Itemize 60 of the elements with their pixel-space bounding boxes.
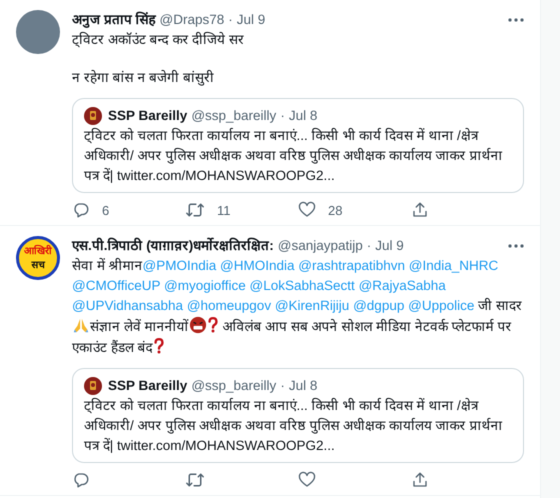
reply-icon[interactable] — [72, 471, 90, 489]
quoted-author-name: SSP Bareilly — [108, 377, 188, 395]
tweet-text: ट्विटर अकॉउंट बन्द कर दीजिये सर — [72, 30, 245, 50]
emblem-avatar-icon[interactable] — [84, 377, 102, 395]
quoted-tweet-text: ट्विटर को चलता फिरता कार्यालय ना बनाएं... किसी भी कार्य दिवस में थाना /क्षेत्र अधिकारी/ अपर पुलिस अधीक्षक अथवा वरिष्ठ पुलिस अधीक्षक कार्यालय जाकर प्रार्थना पत्र दें| twitter.com/MOHANSWAROOPG2... — [84, 126, 504, 185]
separator-dot: · — [366, 237, 372, 255]
quoted-author-handle: @ssp_bareilly — [191, 107, 276, 125]
logo-text: आखिरी — [24, 246, 52, 256]
author-name[interactable]: अनुज प्रताप सिंह — [72, 10, 156, 30]
mention-link[interactable]: @CMOfficeUP — [72, 278, 160, 293]
separator-dot: · — [228, 11, 233, 29]
action-count: 6 — [102, 202, 110, 218]
action-count: 28 — [328, 202, 342, 218]
mention-link[interactable]: @RajyaSabha — [358, 278, 446, 293]
author-handle[interactable]: @sanjaypatijp — [278, 236, 363, 256]
mention-link[interactable]: @PMOIndia — [142, 258, 216, 273]
reply-icon[interactable] — [72, 201, 90, 219]
retweet-icon[interactable] — [185, 201, 205, 219]
mention-link[interactable]: @myogioffice — [164, 278, 246, 293]
quoted-tweet-card[interactable] — [72, 368, 524, 463]
tweet-date[interactable]: Jul 9 — [375, 236, 404, 256]
mention-link[interactable]: @rashtrapatibhvn — [298, 258, 406, 273]
question-mark-icon — [152, 337, 165, 355]
author-handle[interactable]: @Draps78 — [160, 10, 224, 30]
quoted-author-name: SSP Bareilly — [108, 107, 188, 125]
tweet-link[interactable]: twitter.com/MOHANSWAROOPG2... — [117, 438, 335, 453]
separator-dot: · — [280, 377, 285, 395]
avatar-logo[interactable]: आखिरी सच — [16, 236, 60, 280]
question-mark-icon — [206, 316, 219, 334]
logo-text: सच — [32, 260, 44, 270]
mention-link[interactable]: @Uppolice — [408, 298, 474, 313]
quoted-tweet-date: Jul 8 — [288, 107, 318, 125]
mention-link[interactable]: @homeupgov — [186, 298, 272, 313]
tweet-link[interactable]: twitter.com/MOHANSWAROOPG2... — [117, 168, 335, 183]
quoted-tweet-date: Jul 8 — [288, 377, 318, 395]
mention-link[interactable]: @LokSabhaSectt — [250, 278, 355, 293]
action-count: 11 — [217, 202, 230, 218]
angry-face-icon — [188, 316, 207, 334]
tweet-text: न रहेगा बांस न बजेगी बांसुरी — [72, 68, 215, 88]
mention-link[interactable]: @KirenRijiju — [274, 298, 350, 313]
separator-dot: · — [280, 107, 285, 125]
mention-link[interactable]: @HMOIndia — [220, 258, 294, 273]
heart-icon[interactable] — [298, 471, 316, 489]
avatar-photo-placeholder[interactable] — [16, 10, 60, 54]
emblem-avatar-icon[interactable] — [84, 107, 102, 125]
more-options-icon[interactable] — [508, 244, 524, 248]
quoted-tweet-text: ट्विटर को चलता फिरता कार्यालय ना बनाएं... किसी भी कार्य दिवस में थाना /क्षेत्र अधिकारी/ अपर पुलिस अधीक्षक अथवा वरिष्ठ पुलिस अधीक्षक कार्यालय जाकर प्रार्थना पत्र दें| twitter.com/MOHANSWAROOPG2... — [84, 396, 504, 455]
share-icon[interactable] — [411, 471, 429, 489]
tweet-text: सेवा में श्रीमान@PMOIndia @HMOIndia @rashtrapatibhvn @India_NHRC @CMOfficeUP @myogioffice @LokSabhaSectt @RajyaSabha @UPVidhansabha @homeupgov @KirenRijiju @dgpup @Uppolice जी सादर संज्ञान लेवें माननीयों अविलंब आप सब अपने सोशल मीडिया नेटवर्क प्लेटफार्म पर एकाउंट हैंडल बंद — [72, 256, 523, 357]
mention-link[interactable]: @India_NHRC — [408, 258, 498, 273]
more-options-icon[interactable] — [508, 18, 524, 22]
share-icon[interactable] — [411, 201, 429, 219]
heart-icon[interactable] — [298, 201, 316, 219]
mention-link[interactable]: @UPVidhansabha — [72, 298, 184, 313]
quoted-tweet-card[interactable] — [72, 98, 524, 193]
tweet-date[interactable]: Jul 9 — [236, 10, 266, 30]
mention-link[interactable]: @dgpup — [353, 298, 404, 313]
retweet-icon[interactable] — [185, 471, 205, 489]
quoted-author-handle: @ssp_bareilly — [191, 377, 276, 395]
author-name[interactable]: एस.पी.त्रिपाठी (याग़ाव़र)धर्मोरक्षतिरक्षित: — [72, 236, 274, 256]
